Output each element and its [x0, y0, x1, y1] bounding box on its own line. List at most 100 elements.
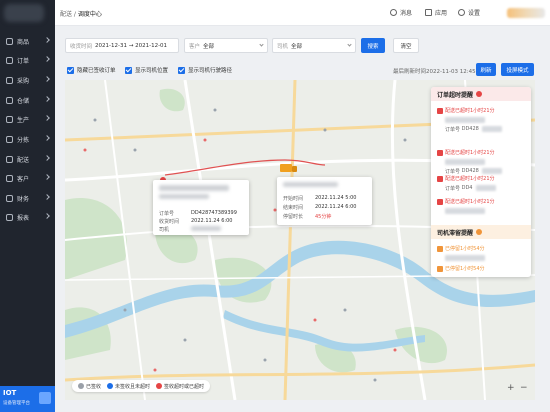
filter-bar: 收货时间 2021-12-31 → 2021-12-01 客户 全部 司机 全部… [65, 38, 540, 54]
apps-icon [425, 9, 432, 16]
apps-label: 应用 [435, 10, 448, 17]
checkbox-label: 显示司机行驶路径 [188, 68, 233, 74]
customer-select[interactable]: 客户 全部 [184, 38, 268, 53]
chevron-right-icon [44, 155, 50, 161]
order-no-value: DD428747389399 [191, 210, 237, 216]
receive-time-value: 2022.11.24 6:00 [191, 218, 233, 224]
truck-marker[interactable] [280, 164, 292, 172]
settings-label: 设置 [468, 10, 481, 17]
sidebar: 商品 订单 采购 仓储 生产 分拣 配送 客户 财务 报表 IOT 设备管理平台 [0, 0, 55, 412]
sidebar-item-production[interactable]: 生产 [0, 111, 55, 127]
sidebar-item-goods[interactable]: 商品 [0, 33, 55, 49]
end-time-value: 2022.11.24 6:00 [315, 204, 357, 210]
chevron-right-icon [44, 96, 50, 102]
checkbox-label: 隐藏已签收订单 [77, 68, 116, 74]
map-legend: 已签收 未签收且未超时 签收超时或已超时 [72, 380, 211, 392]
customer-label: 客户 [189, 43, 201, 50]
receive-time-value: 2021-12-31 → 2021-12-01 [95, 42, 168, 49]
sidebar-item-sorting[interactable]: 分拣 [0, 131, 55, 147]
checkbox-label: 显示司机位置 [135, 68, 169, 74]
hide-signed-orders-checkbox[interactable]: 隐藏已签收订单 [67, 66, 116, 74]
legend-label: 签收超时或已超时 [164, 383, 205, 390]
sidebar-item-purchase[interactable]: 采购 [0, 72, 55, 88]
receive-time-range-picker[interactable]: 收货时间 2021-12-31 → 2021-12-01 [65, 38, 179, 53]
chevron-right-icon [44, 194, 50, 200]
search-button[interactable]: 搜索 [361, 38, 385, 53]
order-timeout-item[interactable]: 配送已超时1小时21分 订单号 DD428 [437, 107, 525, 133]
chevron-right-icon [44, 76, 50, 82]
end-time-label: 结束时间 [283, 205, 304, 211]
chevron-right-icon [44, 115, 50, 121]
order-timeout-title: 订单超时提醒 [437, 91, 474, 99]
alert-panel: 订单超时提醒 配送已超时1小时21分 订单号 DD428 配送已超时1小时21分… [431, 87, 531, 277]
legend-dot-icon [156, 383, 163, 389]
legend-dot-icon [78, 383, 84, 389]
order-timeout-item[interactable]: 配送已超时1小时21分 订单号 DD4 [437, 175, 525, 192]
driver-select[interactable]: 司机 全部 [272, 38, 356, 53]
order-timeout-item[interactable]: 配送已超时1小时21分 订单号 DD428 [437, 149, 525, 175]
messages-button[interactable]: 消息 [390, 8, 412, 17]
iot-platform-link[interactable]: IOT 设备管理平台 [0, 386, 55, 412]
alert-tag-icon [437, 198, 443, 205]
legend-dot-icon [107, 383, 114, 389]
stay-duration-label: 停留时长 [283, 214, 304, 220]
order-no-label: 订单号 [445, 186, 461, 192]
zoom-out-button[interactable]: − [520, 383, 528, 393]
last-refresh-time: 最后刷新时间2022-11-03 12:45 [393, 69, 476, 75]
sidebar-item-label: 仓储 [17, 97, 30, 105]
sidebar-item-label: 分拣 [17, 136, 30, 144]
clear-button[interactable]: 清空 [393, 38, 419, 53]
sidebar-item-finance[interactable]: 财务 [0, 190, 55, 206]
chevron-right-icon [44, 37, 50, 43]
sidebar-item-warehouse[interactable]: 仓储 [0, 92, 55, 108]
order-timeout-item[interactable]: 配送已超时1小时21分 [437, 198, 525, 214]
driver-stay-item[interactable]: 已停留1小时54分 [437, 265, 525, 272]
show-driver-position-checkbox[interactable]: 显示司机位置 [125, 66, 168, 74]
order-no-label: 订单号 [159, 211, 175, 217]
sidebar-item-orders[interactable]: 订单 [0, 52, 55, 68]
report-icon [6, 213, 13, 221]
sidebar-item-customers[interactable]: 客户 [0, 170, 55, 186]
alert-text: 配送已超时1小时21分 [445, 176, 495, 182]
legend-label: 未签收且未超时 [115, 383, 151, 390]
sidebar-item-label: 商品 [17, 38, 30, 46]
zoom-in-button[interactable]: + [507, 383, 515, 393]
sidebar-item-label: 客户 [17, 175, 30, 183]
logo-image [4, 4, 44, 22]
alert-tag-icon [437, 265, 443, 272]
order-info-popup: 订单号 DD428747389399 收货时间 2022.11.24 6:00 司机 [153, 180, 249, 235]
checkbox-checked-icon [67, 66, 74, 74]
start-time-value: 2022.11.24 5:00 [315, 195, 357, 201]
customer-icon [6, 174, 13, 182]
apps-button[interactable]: 应用 [425, 8, 447, 17]
user-avatar[interactable] [507, 8, 545, 18]
chevron-down-icon [347, 42, 352, 47]
order-icon [6, 56, 13, 64]
alert-badge [476, 229, 483, 235]
sidebar-item-reports[interactable]: 报表 [0, 209, 55, 225]
messages-label: 消息 [400, 10, 413, 17]
show-driver-route-checkbox[interactable]: 显示司机行驶路径 [178, 66, 232, 74]
settings-button[interactable]: 设置 [458, 8, 480, 17]
logo [0, 0, 55, 28]
order-no-label: 订单号 [445, 169, 461, 175]
sidebar-item-label: 报表 [17, 214, 30, 222]
breadcrumb: 配送 / 调度中心 [60, 9, 102, 18]
refresh-button[interactable]: 刷新 [476, 63, 496, 76]
driver-stay-title: 司机滞留提醒 [437, 229, 474, 237]
driver-stay-item[interactable]: 已停留1小时54分 [437, 245, 525, 261]
warehouse-icon [6, 96, 13, 104]
alert-tag-icon [437, 149, 443, 156]
chevron-down-icon [259, 42, 264, 47]
order-no-label: 订单号 [445, 127, 461, 133]
sidebar-item-label: 生产 [17, 116, 30, 124]
alert-text: 已停留1小时54分 [445, 266, 485, 272]
sidebar-item-delivery[interactable]: 配送 [0, 151, 55, 167]
breadcrumb-parent[interactable]: 配送 [60, 11, 72, 18]
top-bar: 配送 / 调度中心 消息 应用 设置 [55, 0, 550, 26]
projection-mode-button[interactable]: 投屏模式 [501, 63, 534, 76]
finance-icon [6, 194, 13, 202]
sidebar-item-label: 财务 [17, 195, 30, 203]
receive-time-label: 收货时间 [70, 43, 93, 50]
driver-stay-popup: 开始时间 2022.11.24 5:00 结束时间 2022.11.24 6:00 … [277, 177, 372, 225]
